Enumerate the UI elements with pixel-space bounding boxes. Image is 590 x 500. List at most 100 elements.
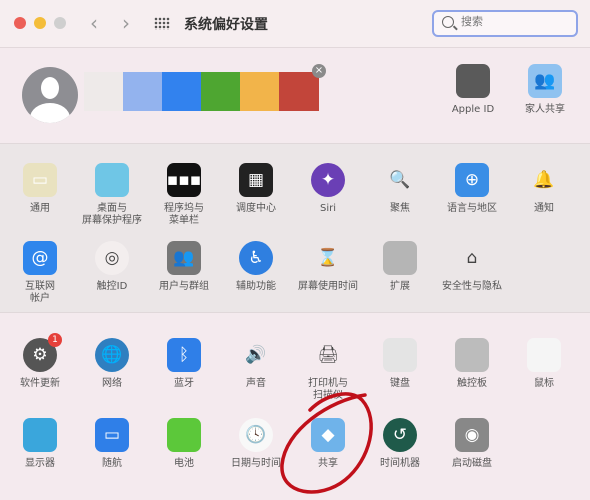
pref-item-label: 网络 [102, 378, 122, 389]
search-field[interactable] [432, 10, 578, 37]
speaker-icon: 🔊 [245, 345, 267, 365]
pref-item-label: 程序坞与 菜单栏 [164, 203, 204, 226]
pref-item-desktop[interactable]: 桌面与 屏幕保护程序 [76, 163, 148, 227]
window-title: 系统偏好设置 [184, 17, 268, 33]
pref-item-label: 随航 [102, 458, 122, 469]
pref-item-siri[interactable]: ✦ Siri [292, 163, 364, 215]
pref-item-label: 键盘 [390, 378, 410, 389]
house-lock-icon: ⌂ [466, 248, 478, 268]
pref-item-label: 辅助功能 [236, 281, 276, 292]
puzzle-icon [383, 241, 417, 275]
pref-item-label: 扩展 [390, 281, 410, 292]
pref-item-label: 安全性与隐私 [442, 281, 502, 292]
pref-item-dock[interactable]: ▪▪▪ 程序坞与 菜单栏 [148, 163, 220, 227]
pref-item-label: 用户与群组 [159, 281, 209, 292]
pref-item-label: 鼠标 [534, 378, 554, 389]
pref-item-language-flag[interactable]: ⊕ 语言与地区 [436, 163, 508, 215]
close-window-button[interactable] [14, 17, 26, 29]
pref-item-general[interactable]: ▭ 通用 [4, 163, 76, 215]
show-all-grid-icon[interactable] [154, 17, 170, 30]
pref-item-mission-control[interactable]: ▦ 调度中心 [220, 163, 292, 215]
pref-item-label: 家人共享 [525, 104, 565, 115]
pref-item-label: 调度中心 [236, 203, 276, 214]
minimize-window-button[interactable] [34, 17, 46, 29]
search-input[interactable] [461, 15, 571, 28]
color-swatch [123, 72, 163, 111]
at-icon: @ [23, 241, 57, 275]
pref-item-label: 聚焦 [390, 203, 410, 214]
pref-item-globe[interactable]: 🌐 网络 [76, 338, 148, 390]
pref-item-bluetooth[interactable]: ᛒ 蓝牙 [148, 338, 220, 390]
pref-item-users[interactable]: 👥 用户与群组 [148, 241, 220, 293]
pref-item-label: 桌面与 屏幕保护程序 [82, 203, 142, 226]
pref-item-at[interactable]: @ 互联网 帐户 [4, 241, 76, 305]
general-icon: ▭ [23, 163, 57, 197]
pref-item-label: 时间机器 [380, 458, 420, 469]
back-button[interactable]: ‹ [90, 11, 98, 35]
gear-icon: ⚙ 1 [23, 333, 62, 372]
pref-item-label: 语言与地区 [447, 203, 497, 214]
bell-icon: 🔔 [533, 170, 555, 190]
forward-button[interactable]: › [122, 11, 130, 35]
pref-item-puzzle[interactable]: 扩展 [364, 241, 436, 293]
family-icon: 👥 [528, 64, 562, 98]
pref-item-printer[interactable]: 🖨 打印机与 扫描仪 [292, 338, 364, 402]
pref-item-label: 显示器 [25, 458, 55, 469]
desktop-icon [95, 163, 129, 197]
pref-item-disk[interactable]: ◉ 启动磁盘 [436, 418, 508, 470]
pref-item-clock[interactable]: 🕓 日期与时间 [220, 418, 292, 470]
users-icon: 👥 [167, 241, 201, 275]
pref-item-keyboard[interactable]: 键盘 [364, 338, 436, 390]
pref-item-label: 声音 [246, 378, 266, 389]
battery-icon [167, 418, 201, 452]
pref-item-apple[interactable]: Apple ID [437, 64, 509, 116]
clock-icon: 🕓 [239, 418, 273, 452]
color-swatch [279, 72, 319, 111]
sharing-folder-icon: ◆ [311, 418, 345, 452]
pref-item-sidecar[interactable]: ▭ 随航 [76, 418, 148, 470]
pref-item-display[interactable]: 显示器 [4, 418, 76, 470]
pref-item-hourglass[interactable]: ⌛ 屏幕使用时间 [292, 241, 364, 293]
close-icon[interactable]: × [312, 64, 326, 78]
pref-item-trackpad[interactable]: 触控板 [436, 338, 508, 390]
zoom-window-button[interactable] [54, 17, 66, 29]
pref-item-mouse[interactable]: 鼠标 [508, 338, 580, 390]
pref-item-sharing-folder[interactable]: ◆ 共享 [292, 418, 364, 470]
pref-item-bell[interactable]: 🔔 通知 [508, 163, 580, 215]
pref-item-label: 蓝牙 [174, 378, 194, 389]
keyboard-icon [383, 338, 417, 372]
accessibility-icon: ♿ [239, 241, 273, 275]
pref-item-label: 通用 [30, 203, 50, 214]
pref-item-speaker[interactable]: 🔊 声音 [220, 338, 292, 390]
spotlight-icon: 🔍 [389, 170, 411, 190]
pref-item-label: Apple ID [451, 104, 495, 115]
sidecar-icon: ▭ [95, 418, 129, 452]
pref-item-label: 软件更新 [20, 378, 60, 389]
pref-item-label: 共享 [318, 458, 338, 469]
notification-badge: 1 [48, 333, 62, 347]
language-flag-icon: ⊕ [455, 163, 489, 197]
color-swatch [201, 72, 241, 111]
pref-item-battery[interactable]: 电池 [148, 418, 220, 470]
color-swatch [240, 72, 280, 111]
mission-control-icon: ▦ [239, 163, 273, 197]
pref-item-time-machine[interactable]: ↺ 时间机器 [364, 418, 436, 470]
pref-item-fingerprint[interactable]: ◎ 触控ID [76, 241, 148, 293]
pref-item-label: 互联网 帐户 [25, 281, 55, 304]
trackpad-icon [455, 338, 489, 372]
bluetooth-icon: ᛒ [167, 338, 201, 372]
disk-icon: ◉ [455, 418, 489, 452]
pref-item-house-lock[interactable]: ⌂ 安全性与隐私 [436, 241, 508, 293]
pref-item-spotlight[interactable]: 🔍 聚焦 [364, 163, 436, 215]
avatar[interactable] [22, 67, 78, 123]
pref-item-family[interactable]: 👥 家人共享 [509, 64, 581, 116]
pref-item-label: 电池 [174, 458, 194, 469]
globe-icon: 🌐 [95, 338, 129, 372]
pref-item-label: 触控ID [96, 281, 128, 292]
apple-icon [456, 64, 490, 98]
pref-item-accessibility[interactable]: ♿ 辅助功能 [220, 241, 292, 293]
pref-item-label: 屏幕使用时间 [298, 281, 358, 292]
search-icon [442, 16, 454, 28]
pref-item-gear[interactable]: ⚙ 1 软件更新 [4, 333, 76, 390]
title-bar: ‹ › 系统偏好设置 [0, 0, 590, 48]
